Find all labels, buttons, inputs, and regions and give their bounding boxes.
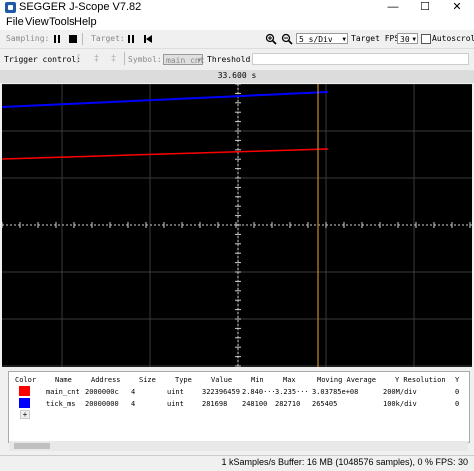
scope-plot-svg[interactable] bbox=[2, 84, 472, 367]
threshold-input[interactable] bbox=[252, 53, 469, 65]
autoscroll-label: Autoscroll bbox=[432, 34, 474, 43]
col-header-type[interactable]: Type bbox=[175, 376, 192, 384]
maximize-button[interactable]: ☐ bbox=[410, 0, 440, 15]
zoom-in-icon bbox=[265, 33, 277, 45]
cell-value: 281698 bbox=[202, 400, 228, 408]
cell-y: 0 bbox=[455, 400, 460, 408]
toolbar-divider bbox=[124, 52, 125, 65]
status-text: 1 kSamples/s Buffer: 16 MB (1048576 samp… bbox=[221, 457, 468, 467]
zoom-out-button[interactable] bbox=[281, 33, 293, 45]
target-label: Target: bbox=[91, 34, 125, 43]
cell-size: 4 bbox=[131, 400, 136, 408]
sampling-stop-button[interactable] bbox=[67, 33, 79, 45]
cell-type: uint bbox=[167, 400, 184, 408]
cell-max: 3.235··· bbox=[275, 388, 309, 396]
add-channel-button[interactable]: + bbox=[20, 410, 30, 419]
jscope-app-icon bbox=[5, 2, 16, 13]
sampling-label: Sampling: bbox=[6, 34, 50, 43]
cell-moving-average: 265405 bbox=[312, 400, 338, 408]
minimize-button[interactable]: — bbox=[378, 0, 408, 15]
cell-address: 2000000c bbox=[85, 388, 119, 396]
chevron-down-icon: ▼ bbox=[197, 57, 201, 64]
step-back-icon bbox=[144, 35, 152, 43]
chevron-down-icon: ▼ bbox=[342, 36, 346, 43]
trace-main-cnt bbox=[2, 148, 329, 160]
col-header-y[interactable]: Y bbox=[455, 376, 459, 384]
menu-file[interactable]: File bbox=[6, 16, 24, 28]
trigger-rising-edge-button[interactable]: ∫ bbox=[77, 53, 79, 63]
table-horizontal-scrollbar[interactable] bbox=[9, 441, 468, 451]
menu-tools[interactable]: Tools bbox=[49, 16, 75, 28]
cell-y: 0 bbox=[455, 388, 460, 396]
trace-tick-ms bbox=[2, 91, 329, 108]
threshold-label: Threshold: bbox=[207, 55, 256, 64]
color-swatch-main-cnt[interactable] bbox=[19, 386, 30, 396]
col-header-address[interactable]: Address bbox=[91, 376, 121, 384]
autoscroll-checkbox[interactable] bbox=[421, 34, 431, 44]
cell-y-resolution: 200M/div bbox=[383, 388, 417, 396]
cell-min: 248100 bbox=[242, 400, 268, 408]
cursor-time-label: 33.600 s bbox=[217, 71, 257, 80]
stop-icon bbox=[69, 35, 77, 43]
cell-name: main_cnt bbox=[46, 388, 80, 396]
color-swatch-tick-ms[interactable] bbox=[19, 398, 30, 408]
fps-select[interactable]: 30 ▼ bbox=[397, 33, 418, 44]
cell-y-resolution: 100k/div bbox=[383, 400, 417, 408]
cell-value: 322396459 bbox=[202, 388, 240, 396]
col-header-max[interactable]: Max bbox=[283, 376, 296, 384]
trigger-both-edges-button[interactable]: ‡ bbox=[111, 53, 116, 63]
symbol-label: Symbol: bbox=[128, 55, 162, 64]
pause-icon bbox=[54, 35, 60, 43]
col-header-moving-average[interactable]: Moving Average bbox=[317, 376, 376, 384]
cell-name: tick_ms bbox=[46, 400, 76, 408]
trigger-control-label: Trigger control: bbox=[4, 55, 82, 64]
target-pause-button[interactable] bbox=[125, 33, 137, 45]
target-step-button[interactable] bbox=[142, 33, 154, 45]
trigger-falling-edge-button[interactable]: ‡ bbox=[94, 53, 99, 63]
col-header-size[interactable]: Size bbox=[139, 376, 156, 384]
toolbar-divider bbox=[82, 33, 83, 45]
channel-table: Color Name Address Size Type Value Min M… bbox=[8, 371, 470, 443]
window-title: SEGGER J-Scope V7.82 bbox=[19, 1, 142, 13]
pause-icon bbox=[128, 35, 134, 43]
col-header-color[interactable]: Color bbox=[15, 376, 36, 384]
time-scale-select[interactable]: 5 s/Div ▼ bbox=[296, 33, 348, 44]
sampling-pause-button[interactable] bbox=[51, 33, 63, 45]
col-header-name[interactable]: Name bbox=[55, 376, 72, 384]
close-button[interactable]: ✕ bbox=[442, 0, 472, 15]
cell-min: 2.840··· bbox=[242, 388, 276, 396]
col-header-value[interactable]: Value bbox=[211, 376, 232, 384]
zoom-in-button[interactable] bbox=[265, 33, 277, 45]
zoom-out-icon bbox=[281, 33, 293, 45]
col-header-y-resolution[interactable]: Y Resolution bbox=[395, 376, 446, 384]
cell-address: 20000000 bbox=[85, 400, 119, 408]
time-scale-value: 5 s/Div bbox=[299, 35, 333, 44]
menu-view[interactable]: View bbox=[25, 16, 49, 28]
menu-help[interactable]: Help bbox=[74, 16, 97, 28]
cell-type: uint bbox=[167, 388, 184, 396]
cell-moving-average: 3.03785e+08 bbox=[312, 388, 359, 396]
cell-max: 282710 bbox=[275, 400, 301, 408]
col-header-min[interactable]: Min bbox=[251, 376, 264, 384]
cell-size: 4 bbox=[131, 388, 136, 396]
scrollbar-thumb[interactable] bbox=[14, 443, 50, 449]
chevron-down-icon: ▼ bbox=[412, 36, 416, 43]
symbol-select[interactable]: main_cnt ▼ bbox=[163, 54, 205, 65]
scope-plot-area[interactable] bbox=[2, 84, 472, 367]
fps-value: 30 bbox=[400, 35, 410, 44]
